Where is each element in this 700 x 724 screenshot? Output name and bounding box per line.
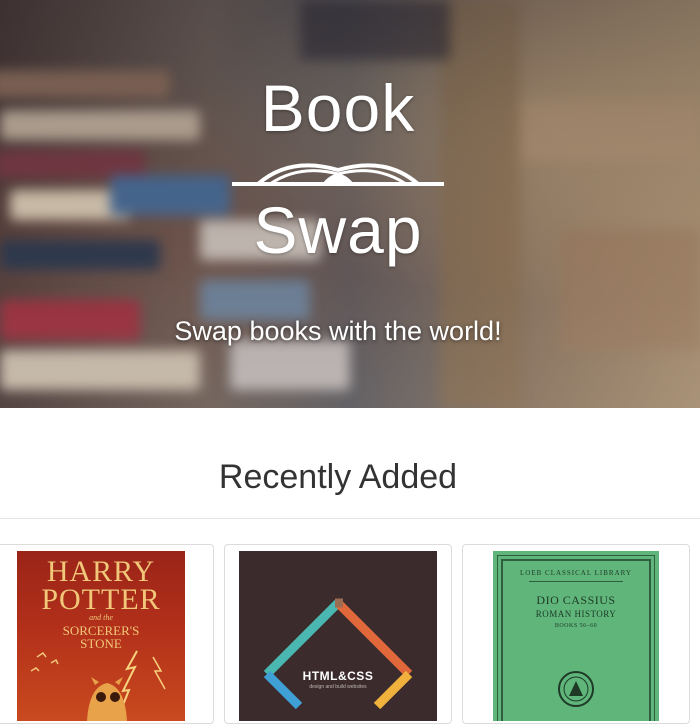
book-cover-image[interactable]: HTML&CSS design and build websites — [239, 551, 437, 721]
hero-banner: Book Swap Swap books with the world! — [0, 0, 700, 408]
cover-subtitle: design and build websites — [309, 684, 367, 690]
book-swap-logo[interactable]: Book Swap — [230, 72, 446, 272]
cover-author: DIO CASSIUS — [536, 593, 616, 607]
hero-tagline: Swap books with the world! — [174, 316, 502, 346]
cover-emblem — [558, 671, 594, 707]
book-card[interactable]: HTML&CSS design and build websites — [224, 544, 452, 724]
cover-title: HTML&CSS — [302, 669, 374, 683]
cover-diamond-graphic — [263, 598, 413, 710]
cover-title: ROMAN HISTORY — [535, 609, 617, 619]
book-card[interactable]: LOEB CLASSICAL LIBRARY DIO CASSIUS ROMAN… — [462, 544, 690, 724]
section-title-recently-added: Recently Added — [218, 458, 458, 496]
open-book-icon — [232, 163, 444, 186]
cover-series: LOEB CLASSICAL LIBRARY — [520, 569, 632, 577]
section-divider — [0, 518, 700, 519]
logo-word-book: Book — [260, 71, 416, 145]
book-cover-image[interactable]: HARRY POTTER and the SORCERER'S STONE — [17, 551, 185, 721]
book-card[interactable]: HARRY POTTER and the SORCERER'S STONE — [0, 544, 214, 724]
logo-word-swap: Swap — [253, 193, 423, 267]
cover-illustration — [30, 650, 166, 721]
cover-volume: BOOKS 56–60 — [554, 623, 598, 629]
book-cover-image[interactable]: LOEB CLASSICAL LIBRARY DIO CASSIUS ROMAN… — [493, 551, 659, 721]
